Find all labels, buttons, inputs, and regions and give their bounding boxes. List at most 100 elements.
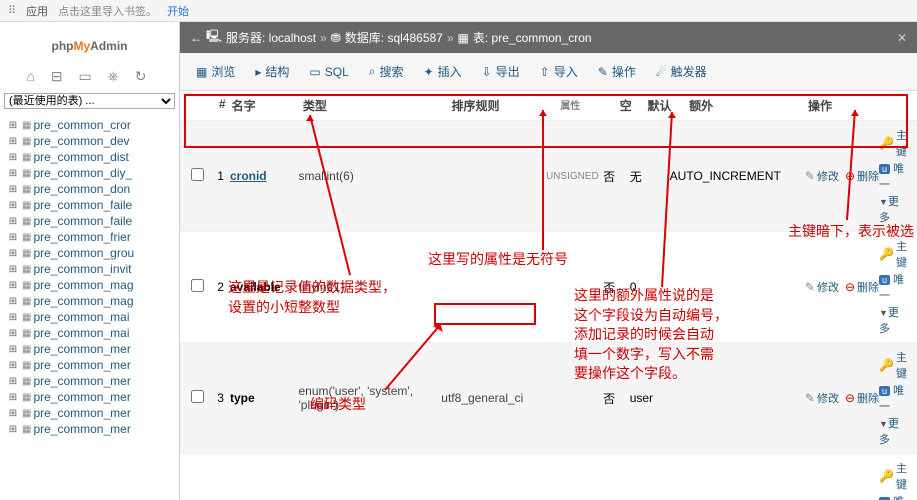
- tree-item[interactable]: ⊞▦pre_common_faile: [0, 197, 179, 213]
- tree-item[interactable]: ⊞▦pre_common_dev: [0, 133, 179, 149]
- edit-button[interactable]: ✎修改: [805, 279, 839, 295]
- unique-button[interactable]: u 唯一: [879, 160, 907, 192]
- recent-tables-select[interactable]: (最近使用的表) ...: [4, 93, 175, 109]
- tree-label: pre_common_faile: [33, 198, 132, 212]
- primary-key-button[interactable]: 🔑主键: [879, 460, 907, 492]
- crumb-table[interactable]: 表: pre_common_cron: [473, 29, 592, 46]
- row-checkbox[interactable]: [191, 390, 204, 403]
- sidebar-quick-icons[interactable]: ⌂ ⊟ ▭ ⎈ ↻: [0, 64, 179, 89]
- col-attributes: 属性: [560, 97, 619, 114]
- expand-icon[interactable]: ⊞: [6, 424, 20, 435]
- apps-menu-icon[interactable]: ⠿: [8, 4, 16, 17]
- expand-icon[interactable]: ⊞: [6, 248, 20, 259]
- unique-button[interactable]: u 唯一: [879, 382, 907, 414]
- drop-button[interactable]: ⊖删除: [845, 168, 879, 184]
- tree-item[interactable]: ⊞▦pre_common_cror: [0, 117, 179, 133]
- tree-item[interactable]: ⊞▦pre_common_mai: [0, 325, 179, 341]
- primary-key-button[interactable]: 🔑主键: [879, 349, 907, 381]
- edit-button[interactable]: ✎修改: [805, 390, 839, 406]
- apps-label[interactable]: 应用: [26, 3, 48, 19]
- tab-插入[interactable]: ✦插入: [416, 59, 470, 84]
- toggle-sidebar-icon[interactable]: ←: [190, 31, 202, 45]
- expand-icon[interactable]: ⊞: [6, 136, 20, 147]
- delete-icon: ⊖: [845, 391, 855, 405]
- expand-icon[interactable]: ⊞: [6, 296, 20, 307]
- expand-icon[interactable]: ⊞: [6, 200, 20, 211]
- expand-icon[interactable]: ⊞: [6, 184, 20, 195]
- expand-icon[interactable]: ⊞: [6, 168, 20, 179]
- tree-item[interactable]: ⊞▦pre_common_dist: [0, 149, 179, 165]
- row-checkbox[interactable]: [191, 279, 204, 292]
- tree-item[interactable]: ⊞▦pre_common_mag: [0, 293, 179, 309]
- tree-label: pre_common_diy_: [33, 166, 132, 180]
- tab-导出[interactable]: ⇩导出: [474, 59, 528, 84]
- tab-SQL[interactable]: ▭SQL: [301, 61, 356, 83]
- expand-icon[interactable]: ⊞: [6, 360, 20, 371]
- tree-item[interactable]: ⊞▦pre_common_mer: [0, 357, 179, 373]
- crumb-db[interactable]: 数据库: sql486587: [345, 29, 443, 46]
- tree-item[interactable]: ⊞▦pre_common_mer: [0, 421, 179, 437]
- unique-button[interactable]: u 唯一: [879, 271, 907, 303]
- tree-item[interactable]: ⊞▦pre_common_frier: [0, 229, 179, 245]
- tree-label: pre_common_cror: [33, 118, 130, 132]
- tab-label: 插入: [438, 63, 462, 80]
- crumb-server[interactable]: 服务器: localhost: [226, 29, 316, 46]
- chevron-down-icon: ▼: [879, 308, 888, 318]
- tree-label: pre_common_don: [33, 182, 130, 196]
- tab-icon: ▭: [309, 65, 320, 79]
- pencil-icon: ✎: [805, 280, 815, 294]
- drop-button[interactable]: ⊖删除: [845, 279, 879, 295]
- tree-item[interactable]: ⊞▦pre_common_don: [0, 181, 179, 197]
- tab-结构[interactable]: ▸结构: [247, 59, 297, 84]
- unique-button[interactable]: u 唯一: [879, 493, 907, 500]
- tree-item[interactable]: ⊞▦pre_common_mag: [0, 277, 179, 293]
- expand-icon[interactable]: ⊞: [6, 264, 20, 275]
- tab-浏览[interactable]: ▦浏览: [188, 59, 243, 84]
- tab-导入[interactable]: ⇧导入: [532, 59, 586, 84]
- tree-item[interactable]: ⊞▦pre_common_invit: [0, 261, 179, 277]
- more-button[interactable]: ▼更多: [879, 193, 907, 225]
- expand-icon[interactable]: ⊞: [6, 344, 20, 355]
- table-header: # 名字 类型 排序规则 属性 空 默认 额外 操作: [180, 91, 917, 121]
- tree-item[interactable]: ⊞▦pre_common_mer: [0, 373, 179, 389]
- table-icon: ▦: [22, 328, 31, 339]
- edit-button[interactable]: ✎修改: [805, 168, 839, 184]
- chevron-down-icon: ▼: [879, 419, 888, 429]
- tree-item[interactable]: ⊞▦pre_common_mer: [0, 405, 179, 421]
- tab-触发器[interactable]: ☄触发器: [648, 59, 715, 84]
- column-name: available: [230, 280, 299, 294]
- column-name-link[interactable]: cronid: [230, 169, 267, 183]
- expand-icon[interactable]: ⊞: [6, 312, 20, 323]
- structure-table: # 名字 类型 排序规则 属性 空 默认 额外 操作 1cronidsmalli…: [180, 91, 917, 500]
- expand-icon[interactable]: ⊞: [6, 120, 20, 131]
- expand-icon[interactable]: ⊞: [6, 152, 20, 163]
- tree-item[interactable]: ⊞▦pre_common_mer: [0, 389, 179, 405]
- primary-key-button[interactable]: 🔑主键: [879, 127, 907, 159]
- start-link[interactable]: 开始: [167, 3, 189, 19]
- tree-item[interactable]: ⊞▦pre_common_faile: [0, 213, 179, 229]
- tab-bar: ▦浏览▸结构▭SQL⌕搜索✦插入⇩导出⇧导入✎操作☄触发器: [180, 53, 917, 91]
- expand-icon[interactable]: ⊞: [6, 328, 20, 339]
- logo[interactable]: phpMyAdmin: [0, 22, 179, 64]
- expand-icon[interactable]: ⊞: [6, 216, 20, 227]
- drop-button[interactable]: ⊖删除: [845, 390, 879, 406]
- more-button[interactable]: ▼更多: [879, 304, 907, 336]
- tree-item[interactable]: ⊞▦pre_common_grou: [0, 245, 179, 261]
- expand-icon[interactable]: ⊞: [6, 408, 20, 419]
- tree-item[interactable]: ⊞▦pre_common_mai: [0, 309, 179, 325]
- tab-操作[interactable]: ✎操作: [590, 59, 644, 84]
- pencil-icon: ✎: [805, 169, 815, 183]
- col-name: 名字: [232, 97, 303, 114]
- expand-icon[interactable]: ⊞: [6, 392, 20, 403]
- close-icon[interactable]: ✕: [897, 31, 907, 45]
- row-checkbox[interactable]: [191, 168, 204, 181]
- expand-icon[interactable]: ⊞: [6, 232, 20, 243]
- tree-item[interactable]: ⊞▦pre_common_mer: [0, 341, 179, 357]
- tab-搜索[interactable]: ⌕搜索: [361, 59, 412, 84]
- primary-key-button[interactable]: 🔑主键: [879, 238, 907, 270]
- expand-icon[interactable]: ⊞: [6, 376, 20, 387]
- tree-item[interactable]: ⊞▦pre_common_diy_: [0, 165, 179, 181]
- more-button[interactable]: ▼更多: [879, 415, 907, 447]
- import-hint: 点击这里导入书签。: [58, 3, 157, 19]
- expand-icon[interactable]: ⊞: [6, 280, 20, 291]
